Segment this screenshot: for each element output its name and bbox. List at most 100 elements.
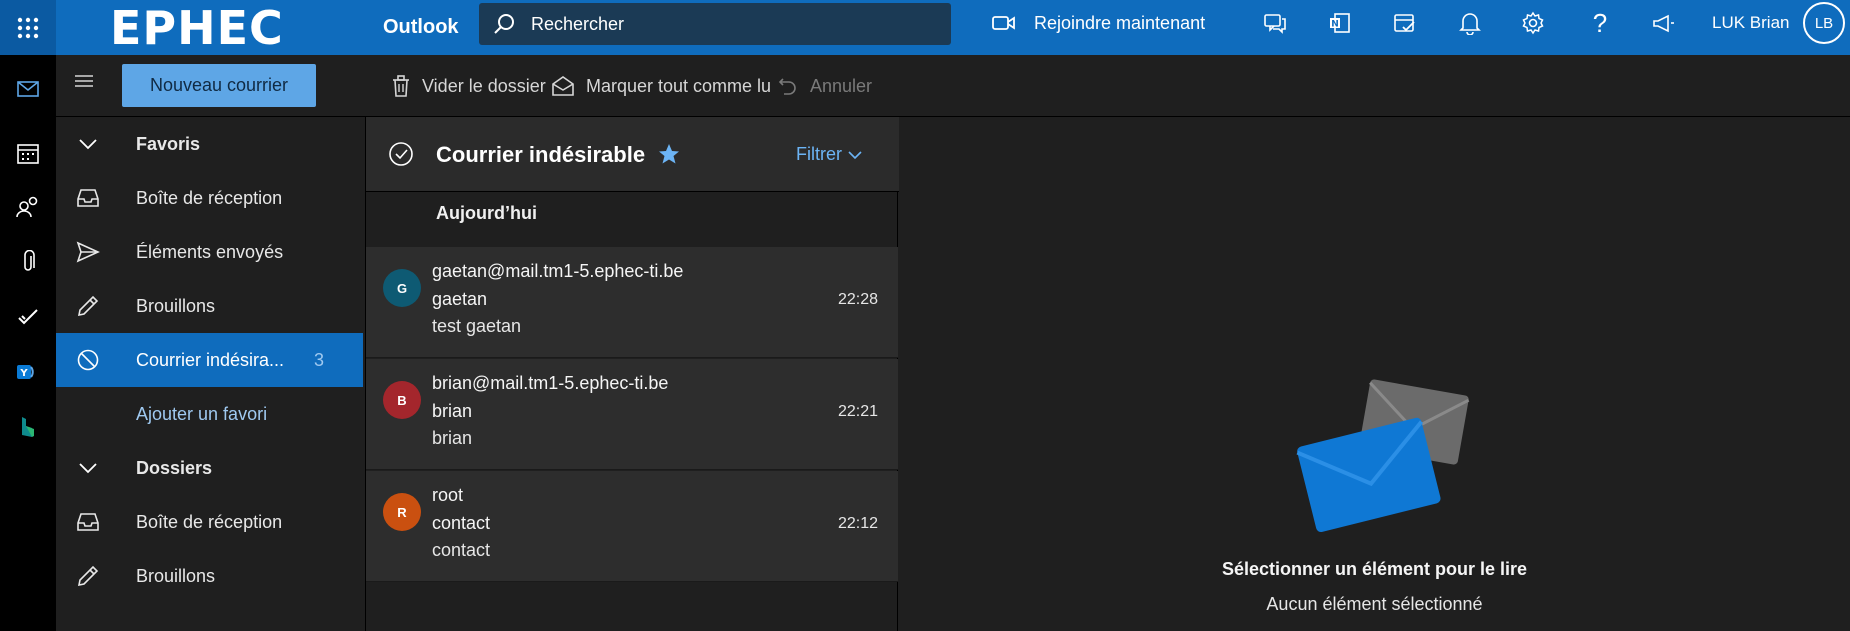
- favorite-star-icon[interactable]: [658, 143, 680, 165]
- folder-item-inbox[interactable]: Boîte de réception: [56, 495, 363, 549]
- sender-avatar: R: [383, 493, 421, 531]
- undo-label: Annuler: [810, 75, 873, 96]
- join-meeting-button[interactable]: Rejoindre maintenant: [992, 0, 1205, 46]
- message-time: 22:28: [838, 291, 879, 308]
- top-header: EPHEC Outlook Rechercher Rejoindre maint…: [0, 0, 1850, 55]
- account-name[interactable]: LUK Brian: [1712, 0, 1789, 46]
- filter-label: Filtrer: [796, 144, 842, 164]
- chevron-down-icon: [79, 139, 97, 150]
- undo-icon: [778, 78, 796, 95]
- svg-text:Y: Y: [19, 368, 28, 379]
- collapse-nav-hamburger-icon[interactable]: [74, 73, 94, 94]
- calendar-icon[interactable]: [0, 131, 56, 175]
- folder-item-label: Éléments envoyés: [136, 241, 284, 262]
- organization-logo[interactable]: EPHEC: [110, 0, 284, 55]
- yammer-icon[interactable]: Y: [0, 350, 56, 394]
- send-icon: [76, 241, 100, 263]
- onenote-icon[interactable]: N: [1325, 0, 1355, 46]
- sender-avatar: G: [383, 269, 421, 307]
- folder-item-label: Brouillons: [136, 565, 216, 586]
- message-time: 22:21: [838, 403, 879, 420]
- select-all-check-icon[interactable]: [388, 141, 414, 167]
- search-icon: [494, 14, 514, 34]
- mail-icon[interactable]: [0, 67, 56, 111]
- mark-all-read-button[interactable]: Marquer tout comme lu: [552, 55, 771, 117]
- folders-header-label: Dossiers: [136, 457, 213, 478]
- unread-count-badge: 3: [314, 349, 325, 370]
- join-meeting-label: Rejoindre maintenant: [1034, 12, 1206, 33]
- folder-item-inbox[interactable]: Boîte de réception: [56, 171, 363, 225]
- message-list-pane: Courrier indésirable Filtrer Aujourd’hui…: [365, 117, 899, 631]
- empty-folder-label: Vider le dossier: [422, 75, 546, 96]
- message-sender: brian@mail.tm1-5.ephec-ti.be: [432, 373, 669, 393]
- sender-avatar: B: [383, 381, 421, 419]
- new-mail-button[interactable]: Nouveau courrier: [122, 64, 316, 107]
- message-preview: contact: [432, 540, 491, 560]
- folder-item-drafts[interactable]: Brouillons: [56, 279, 363, 333]
- folder-item-label: Courrier indésira...: [136, 349, 285, 370]
- feedback-megaphone-icon[interactable]: [1648, 0, 1678, 46]
- favorites-section-header[interactable]: Favoris: [56, 117, 363, 171]
- message-time: 22:12: [838, 515, 879, 532]
- open-envelope-icon: [552, 76, 574, 96]
- undo-button[interactable]: Annuler: [778, 55, 872, 117]
- chevron-down-icon: [79, 463, 97, 474]
- teams-chat-icon[interactable]: [1260, 0, 1290, 46]
- message-row[interactable]: G gaetan@mail.tm1-5.ephec-ti.be gaetan t…: [366, 247, 898, 358]
- empty-folder-button[interactable]: Vider le dossier: [392, 55, 546, 117]
- envelopes-illustration: [1296, 379, 1470, 533]
- search-input[interactable]: Rechercher: [531, 14, 624, 35]
- folder-item-drafts[interactable]: Brouillons: [56, 549, 363, 603]
- pencil-icon: [77, 295, 99, 317]
- svg-text:N: N: [1331, 20, 1339, 30]
- people-icon[interactable]: [0, 185, 56, 229]
- folder-pane: Favoris Boîte de réception Éléments envo…: [56, 117, 363, 631]
- blocked-icon: [77, 349, 99, 371]
- folder-item-label: Boîte de réception: [136, 187, 283, 208]
- add-favorite-link[interactable]: Ajouter un favori: [56, 387, 363, 441]
- message-subject: contact: [432, 513, 491, 533]
- inbox-icon: [77, 513, 99, 531]
- video-camera-icon: [992, 16, 1015, 30]
- app-launcher-icon[interactable]: [0, 0, 56, 55]
- message-subject: gaetan: [432, 289, 488, 309]
- message-subject: brian: [432, 401, 473, 421]
- app-rail: Y: [0, 55, 56, 631]
- folders-section-header[interactable]: Dossiers: [56, 441, 363, 495]
- message-sender: root: [432, 485, 464, 505]
- add-favorite-label: Ajouter un favori: [136, 403, 268, 424]
- empty-state-title: Sélectionner un élément pour le lire: [1221, 559, 1528, 579]
- account-avatar[interactable]: LB: [1803, 2, 1845, 44]
- reading-pane: Sélectionner un élément pour le lire Auc…: [899, 117, 1850, 631]
- folder-item-label: Brouillons: [136, 295, 216, 316]
- settings-gear-icon[interactable]: [1518, 0, 1548, 46]
- folder-item-sent[interactable]: Éléments envoyés: [56, 225, 363, 279]
- app-name[interactable]: Outlook: [383, 0, 459, 55]
- message-row[interactable]: R root contact contact 22:12: [366, 471, 898, 582]
- attachment-icon[interactable]: [0, 240, 56, 284]
- message-row[interactable]: B brian@mail.tm1-5.ephec-ti.be brian bri…: [366, 359, 898, 470]
- pencil-icon: [77, 565, 99, 587]
- message-preview: test gaetan: [432, 316, 522, 336]
- mark-all-read-label: Marquer tout comme lu: [586, 75, 772, 96]
- date-group-header: Aujourd’hui: [436, 203, 537, 223]
- empty-state-subtitle: Aucun élément sélectionné: [1266, 594, 1483, 614]
- help-icon[interactable]: ?: [1585, 0, 1615, 46]
- favorites-header-label: Favoris: [136, 133, 201, 154]
- bookings-icon[interactable]: [0, 405, 56, 449]
- message-list-header: Courrier indésirable Filtrer: [366, 117, 899, 192]
- message-sender: gaetan@mail.tm1-5.ephec-ti.be: [432, 261, 684, 281]
- calendar-check-icon[interactable]: [1390, 0, 1420, 46]
- folder-title: Courrier indésirable: [436, 141, 646, 167]
- todo-check-icon[interactable]: [0, 295, 56, 339]
- command-bar: Nouveau courrier Vider le dossier Marque…: [56, 55, 1850, 117]
- folder-item-label: Boîte de réception: [136, 511, 283, 532]
- filter-button[interactable]: Filtrer: [796, 117, 862, 192]
- trash-icon: [393, 75, 409, 97]
- message-preview: brian: [432, 428, 473, 448]
- search-box[interactable]: Rechercher: [479, 3, 951, 45]
- chevron-down-icon: [848, 150, 862, 159]
- inbox-icon: [77, 189, 99, 207]
- notifications-bell-icon[interactable]: [1455, 0, 1485, 46]
- folder-item-junk[interactable]: Courrier indésira... 3: [56, 333, 363, 387]
